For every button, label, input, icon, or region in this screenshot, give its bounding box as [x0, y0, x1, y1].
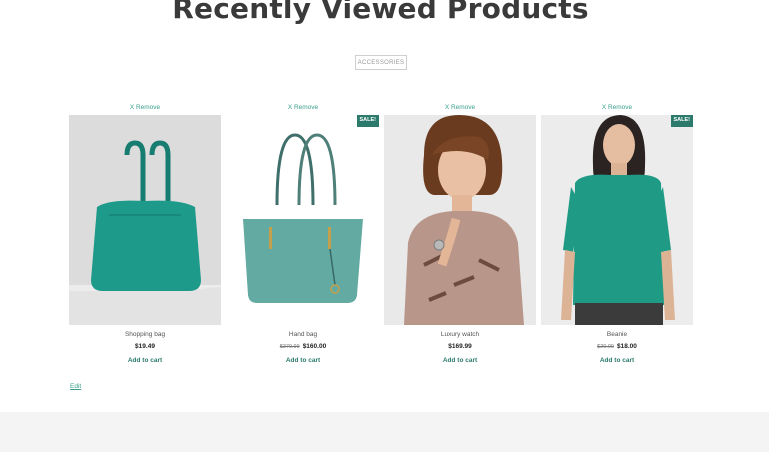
sale-badge: SALE! [670, 115, 693, 127]
product-name: Luxury watch [440, 331, 480, 338]
product-name: Hand bag [288, 331, 318, 338]
product-price: $169.99 [384, 343, 536, 353]
product-card: X Remove SALE! Beanie $20.00 $18.00 Add t… [541, 100, 693, 364]
sale-badge: SALE! [356, 115, 379, 127]
add-to-cart-button[interactable]: Add to cart [69, 357, 221, 364]
current-price: $169.99 [448, 343, 472, 350]
add-to-cart-button[interactable]: Add to cart [227, 357, 379, 364]
page-title: Recently Viewed Products [172, 0, 589, 25]
product-image[interactable]: SALE! [227, 115, 379, 325]
current-price: $19.49 [135, 343, 155, 350]
product-card: X Remove Luxury watch $169.99 Add to car… [384, 100, 536, 364]
product-image[interactable] [69, 115, 221, 325]
edit-link[interactable]: Edit [70, 383, 81, 390]
product-image[interactable] [384, 115, 536, 325]
category-filter-tag[interactable]: ACCESSORIES [355, 55, 407, 70]
product-name: Shopping bag [124, 331, 166, 338]
add-to-cart-button[interactable]: Add to cart [384, 357, 536, 364]
product-image[interactable]: SALE! [541, 115, 693, 325]
current-price: $160.00 [302, 343, 327, 350]
product-price: $19.49 [69, 343, 221, 353]
original-price: $379.99 [279, 344, 300, 350]
footer-band [0, 412, 769, 452]
remove-link[interactable]: X Remove [541, 100, 693, 115]
current-price: $18.00 [616, 343, 637, 350]
product-card: X Remove SALE! Hand bag $379.99 $160.00 A… [227, 100, 379, 364]
product-name: Beanie [606, 331, 628, 338]
remove-link[interactable]: X Remove [227, 100, 379, 115]
product-price: $379.99 $160.00 [227, 343, 379, 353]
product-card: X Remove Shopping bag $19.49 Add to cart [69, 100, 221, 364]
original-price: $20.00 [597, 344, 614, 350]
remove-link[interactable]: X Remove [69, 100, 221, 115]
add-to-cart-button[interactable]: Add to cart [541, 357, 693, 364]
product-price: $20.00 $18.00 [541, 343, 693, 353]
remove-link[interactable]: X Remove [384, 100, 536, 115]
